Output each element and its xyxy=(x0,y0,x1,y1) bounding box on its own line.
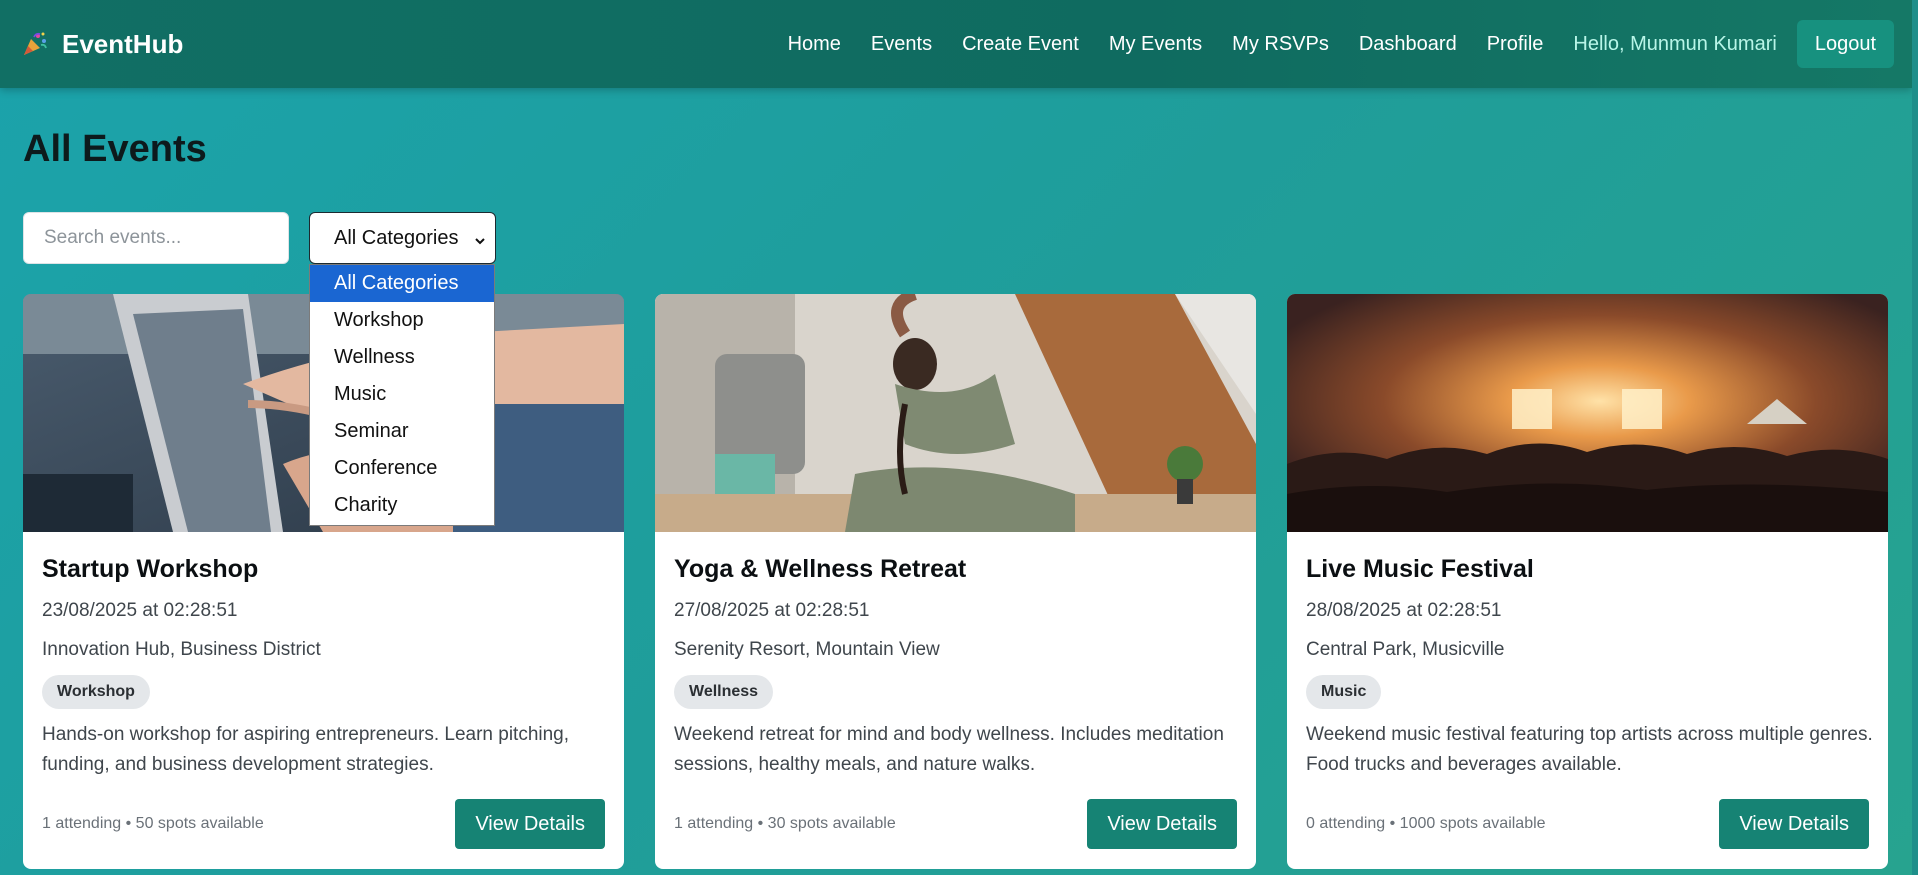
event-title: Yoga & Wellness Retreat xyxy=(674,555,967,583)
view-details-button[interactable]: View Details xyxy=(1087,799,1237,849)
top-navbar: EventHub Home Events Create Event My Eve… xyxy=(0,0,1912,88)
event-attendance: 0 attending • 1000 spots available xyxy=(1306,815,1546,832)
category-select[interactable]: All Categories xyxy=(309,212,496,264)
event-image-concert xyxy=(1287,294,1888,532)
chevron-down-icon xyxy=(473,231,487,245)
category-dropdown-list: All Categories Workshop Wellness Music S… xyxy=(309,264,495,526)
event-card-footer: 1 attending • 30 spots available View De… xyxy=(674,799,1237,849)
category-option-wellness[interactable]: Wellness xyxy=(310,339,494,376)
event-card: Yoga & Wellness Retreat 27/08/2025 at 02… xyxy=(655,294,1256,869)
event-location: Central Park, Musicville xyxy=(1306,639,1505,660)
category-badge: Wellness xyxy=(674,675,774,709)
category-option-seminar[interactable]: Seminar xyxy=(310,413,494,450)
nav-my-events-link[interactable]: My Events xyxy=(1109,33,1202,56)
event-date: 23/08/2025 at 02:28:51 xyxy=(42,600,238,621)
nav-create-event-link[interactable]: Create Event xyxy=(962,33,1079,56)
event-title: Live Music Festival xyxy=(1306,555,1534,583)
nav-home-link[interactable]: Home xyxy=(788,33,841,56)
nav-dashboard-link[interactable]: Dashboard xyxy=(1359,33,1457,56)
page-title: All Events xyxy=(23,128,207,170)
category-select-value: All Categories xyxy=(334,226,459,249)
page-scrollbar[interactable] xyxy=(1912,0,1918,875)
party-popper-icon xyxy=(22,31,48,57)
event-description: Weekend retreat for mind and body wellne… xyxy=(674,724,1224,775)
brand-name: EventHub xyxy=(62,28,184,59)
category-option-workshop[interactable]: Workshop xyxy=(310,302,494,339)
event-image-yoga xyxy=(655,294,1256,532)
event-card: Live Music Festival 28/08/2025 at 02:28:… xyxy=(1287,294,1888,869)
nav-events-link[interactable]: Events xyxy=(871,33,932,56)
view-details-button[interactable]: View Details xyxy=(455,799,605,849)
event-card-footer: 0 attending • 1000 spots available View … xyxy=(1306,799,1869,849)
nav-profile-link[interactable]: Profile xyxy=(1487,33,1544,56)
category-option-music[interactable]: Music xyxy=(310,376,494,413)
category-option-conference[interactable]: Conference xyxy=(310,450,494,487)
search-input[interactable] xyxy=(23,212,289,264)
event-title: Startup Workshop xyxy=(42,555,259,583)
nav-my-rsvps-link[interactable]: My RSVPs xyxy=(1232,33,1329,56)
event-location: Serenity Resort, Mountain View xyxy=(674,639,940,660)
event-location: Innovation Hub, Business District xyxy=(42,639,321,660)
user-greeting: Hello, Munmun Kumari xyxy=(1573,32,1777,55)
event-attendance: 1 attending • 50 spots available xyxy=(42,815,264,832)
category-badge: Music xyxy=(1306,675,1382,709)
event-attendance: 1 attending • 30 spots available xyxy=(674,815,896,832)
category-badge: Workshop xyxy=(42,675,150,709)
event-description: Hands-on workshop for aspiring entrepren… xyxy=(42,724,570,775)
brand-logo-link[interactable]: EventHub xyxy=(22,0,183,88)
event-description: Weekend music festival featuring top art… xyxy=(1306,724,1873,775)
category-option-all[interactable]: All Categories xyxy=(310,265,494,302)
event-card-footer: 1 attending • 50 spots available View De… xyxy=(42,799,605,849)
event-date: 28/08/2025 at 02:28:51 xyxy=(1306,600,1502,621)
event-date: 27/08/2025 at 02:28:51 xyxy=(674,600,870,621)
logout-button[interactable]: Logout xyxy=(1796,20,1894,68)
nav-links: Home Events Create Event My Events My RS… xyxy=(788,0,1912,88)
category-option-charity[interactable]: Charity xyxy=(310,487,494,524)
view-details-button[interactable]: View Details xyxy=(1719,799,1869,849)
